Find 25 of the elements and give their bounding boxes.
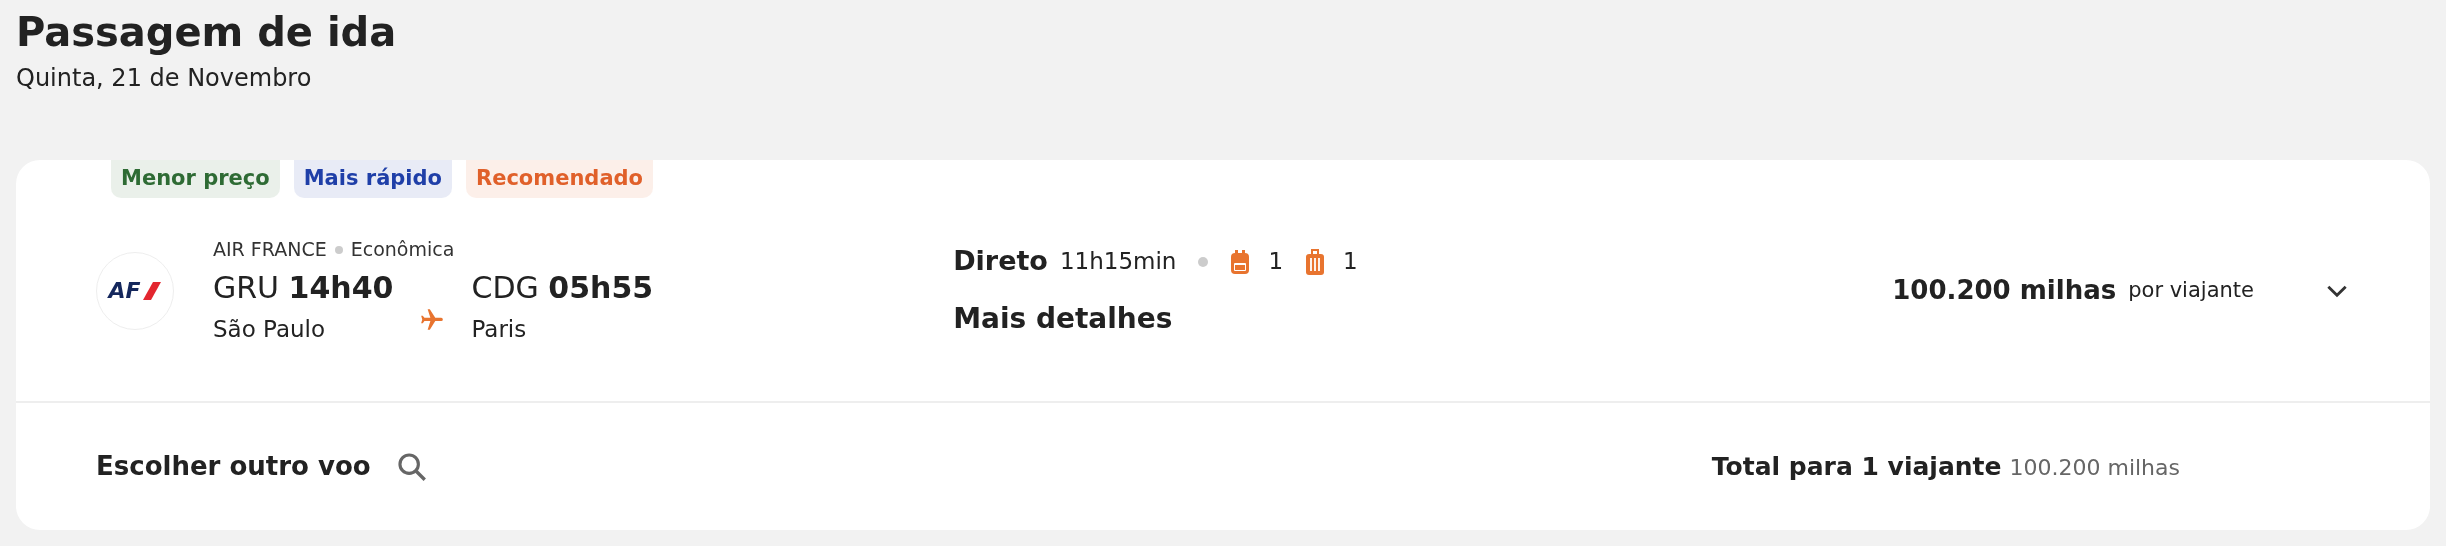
arrival-city: Paris xyxy=(471,314,528,344)
tag-badge: Menor preço xyxy=(111,160,280,198)
flight-duration: 11h15min xyxy=(1059,247,1177,277)
stops-label: Direto xyxy=(953,244,1048,279)
stripe-icon xyxy=(142,281,161,300)
total-label: Total para 1 viajante xyxy=(1711,450,2002,483)
baggage-count: 1 xyxy=(1343,247,1358,277)
price-amount: 100.200 milhas xyxy=(1892,274,2117,307)
suitcase-icon xyxy=(1305,247,1326,276)
price-note: por viajante xyxy=(2128,276,2254,304)
tag-badge: Mais rápido xyxy=(293,160,452,198)
choose-other-flight-button[interactable]: Escolher outro voo xyxy=(96,447,429,486)
cabin-class: Econômica xyxy=(350,237,455,263)
backpack-icon xyxy=(1230,248,1251,275)
departure-city: São Paulo xyxy=(213,314,327,344)
arrival-time: CDG 05h55 xyxy=(471,268,654,307)
departure-time: GRU 14h40 xyxy=(213,268,394,307)
airplane-icon xyxy=(419,306,446,333)
tag-badge: Recomendado xyxy=(466,160,654,198)
details-link[interactable]: Mais detalhes xyxy=(953,297,1173,340)
page-title: Passagem de ida xyxy=(16,8,397,57)
page-subtitle: Quinta, 21 de Novembro xyxy=(16,64,312,92)
airline-name: AIR FRANCE xyxy=(213,237,327,263)
total-value: 100.200 milhas xyxy=(2009,453,2180,482)
baggage-count: 1 xyxy=(1268,247,1284,277)
